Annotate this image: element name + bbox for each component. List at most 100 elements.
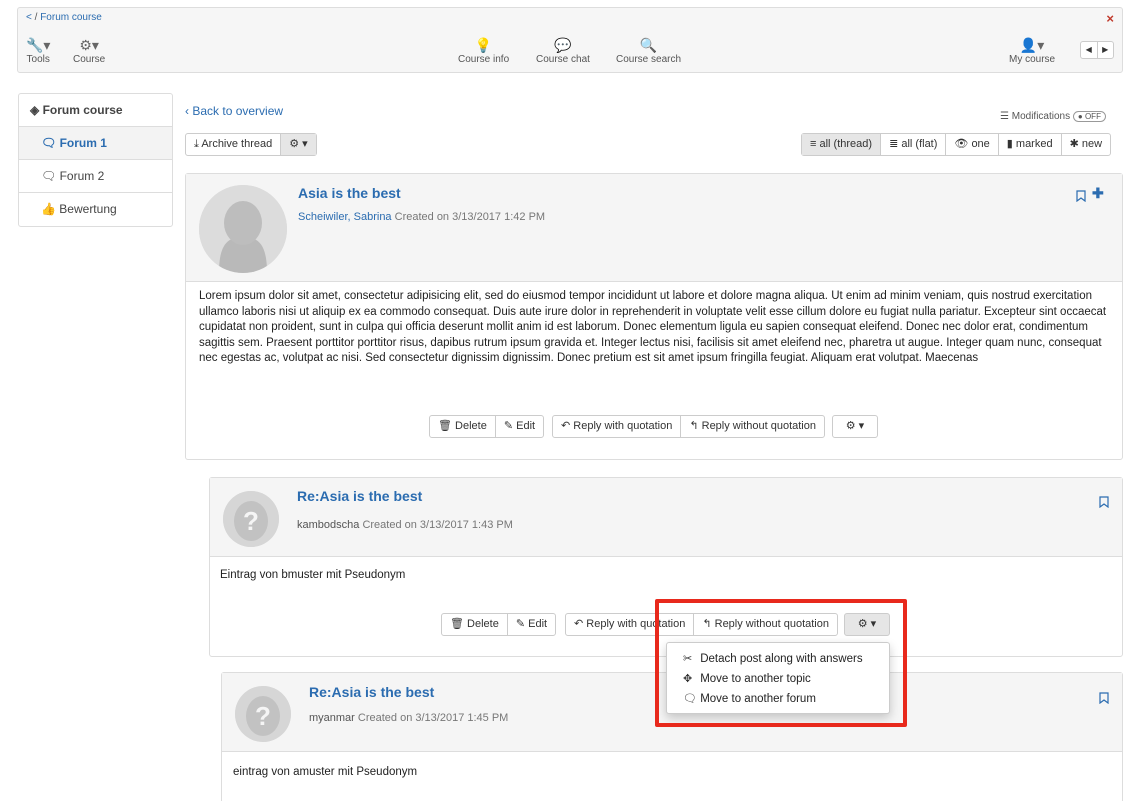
breadcrumb-course-link[interactable]: Forum course: [40, 12, 102, 23]
breadcrumb: < / Forum course: [26, 12, 102, 23]
search-icon: 🔍: [639, 37, 658, 53]
avatar: ?: [235, 686, 291, 742]
reply-all-icon: ↶: [561, 420, 574, 432]
highlight-annotation: [655, 599, 907, 727]
archive-thread-button[interactable]: ⤓ Archive thread: [186, 134, 282, 155]
pencil-icon: ✎: [503, 420, 517, 432]
top-toolbar: < / Forum course × 🔧▾ Tools ⚙▾ Course 💡 …: [17, 7, 1123, 73]
post-author: kambodscha: [297, 519, 360, 531]
reply-all-icon: ↶: [574, 618, 587, 630]
sidebar-title-label: Forum course: [42, 103, 123, 117]
pencil-icon: ✎: [515, 618, 529, 630]
sidebar-item-forum-2[interactable]: 🗨 Forum 2: [19, 160, 172, 193]
archive-toolbar: ⤓ Archive thread ⚙ ▾: [185, 133, 317, 156]
post-title[interactable]: Re:Asia is the best: [309, 684, 434, 700]
sidebar-item-label: Forum 1: [59, 136, 107, 150]
rss-icon: ☰: [1000, 111, 1009, 122]
post-author-link[interactable]: Scheiwiler, Sabrina: [298, 211, 392, 223]
course-info-label: Course info: [458, 54, 510, 65]
reply-with-quotation-button[interactable]: ↶ Reply with quotation: [553, 416, 682, 437]
gears-icon: ⚙ ▾: [289, 138, 308, 150]
tools-menu[interactable]: 🔧▾ Tools: [26, 36, 50, 65]
course-nav-arrows: ◀ ▶: [1080, 41, 1114, 59]
post-actions-dropdown[interactable]: ⚙ ▾: [832, 415, 878, 438]
asterisk-icon: ✱: [1069, 138, 1082, 150]
post-meta: myanmar Created on 3/13/2017 1:45 PM: [309, 712, 508, 724]
modifications-label: Modifications: [1011, 111, 1071, 122]
back-to-overview-link[interactable]: ‹ Back to overview: [185, 104, 283, 118]
chat-bubble-icon: 💬: [554, 37, 572, 53]
sidebar-course-title[interactable]: ◈ Forum course: [19, 94, 172, 127]
bookmark-icon[interactable]: [1099, 692, 1109, 704]
edit-button[interactable]: ✎ Edit: [496, 416, 543, 437]
delete-button[interactable]: 🗑 Delete: [430, 416, 496, 437]
post-body: Eintrag von bmuster mit Pseudonym: [220, 569, 406, 581]
course-chat-label: Course chat: [536, 54, 590, 65]
close-icon[interactable]: ×: [1106, 11, 1114, 26]
post-title[interactable]: Asia is the best: [298, 185, 401, 201]
course-menu-label: Course: [73, 54, 106, 65]
previous-arrow-icon[interactable]: ◀: [1081, 42, 1097, 58]
svg-text:?: ?: [243, 506, 259, 536]
breadcrumb-back-icon[interactable]: <: [26, 12, 32, 23]
gears-icon: ⚙ ▾: [845, 420, 865, 432]
course-info-button[interactable]: 💡 Course info: [458, 36, 509, 65]
reply-without-quotation-button[interactable]: ↰ Reply without quotation: [681, 416, 824, 437]
lightbulb-icon: 💡: [474, 37, 493, 53]
user-icon: 👤▾: [1019, 37, 1045, 53]
view-all-flat[interactable]: ≣ all (flat): [881, 134, 947, 155]
course-search-button[interactable]: 🔍 Course search: [616, 36, 681, 65]
sidebar-item-forum-1[interactable]: 🗨 Forum 1: [19, 127, 172, 160]
svg-text:?: ?: [255, 701, 271, 731]
breadcrumb-separator: /: [34, 12, 38, 23]
course-chat-button[interactable]: 💬 Course chat: [536, 36, 590, 65]
view-one[interactable]: 👁 one: [946, 134, 999, 155]
forum-icon: 🗨: [41, 136, 57, 150]
course-search-label: Course search: [616, 54, 682, 65]
view-mode-switcher: ≡ all (thread) ≣ all (flat) 👁 one ▮ mark…: [801, 133, 1112, 156]
sidebar-item-label: Bewertung: [59, 202, 117, 216]
avatar: [199, 185, 287, 273]
course-menu[interactable]: ⚙▾ Course: [73, 36, 105, 65]
bookmark-icon[interactable]: [1076, 190, 1086, 202]
post-edit-group: 🗑 Delete ✎ Edit: [429, 415, 545, 438]
post-reply-group: ↶ Reply with quotation ↰ Reply without q…: [552, 415, 825, 438]
post-meta: kambodscha Created on 3/13/2017 1:43 PM: [297, 519, 513, 531]
delete-button[interactable]: 🗑 Delete: [442, 614, 508, 635]
edit-button[interactable]: ✎ Edit: [508, 614, 555, 635]
eye-icon: 👁: [954, 138, 972, 150]
sidebar-item-label: Forum 2: [59, 169, 105, 183]
post-author: myanmar: [309, 712, 355, 724]
post-title[interactable]: Re:Asia is the best: [297, 488, 422, 504]
list-icon: ≣: [889, 138, 902, 150]
cube-icon: ◈: [30, 103, 40, 117]
post-meta: Scheiwiler, Sabrina Created on 3/13/2017…: [298, 211, 545, 223]
post-created: Created on 3/13/2017 1:43 PM: [362, 519, 513, 531]
bookmark-icon: ▮: [1006, 138, 1016, 150]
thread-actions-dropdown[interactable]: ⚙ ▾: [281, 134, 316, 155]
post-created: Created on 3/13/2017 1:42 PM: [394, 211, 546, 223]
trash-icon: 🗑: [450, 618, 468, 630]
my-course-label: My course: [1009, 54, 1056, 65]
puzzle-icon[interactable]: ✚: [1092, 185, 1104, 202]
forum-post: Asia is the best Scheiwiler, Sabrina Cre…: [185, 173, 1123, 460]
modifications-switch[interactable]: ● OFF: [1072, 111, 1106, 122]
sidebar-item-bewertung[interactable]: 👍 Bewertung: [19, 193, 172, 226]
course-sidebar: ◈ Forum course 🗨 Forum 1 🗨 Forum 2 👍 Bew…: [18, 93, 173, 227]
avatar: ?: [223, 491, 279, 547]
bookmark-icon[interactable]: [1099, 496, 1109, 508]
wrench-icon: 🔧▾: [26, 37, 51, 53]
trash-icon: 🗑: [438, 420, 456, 432]
next-arrow-icon[interactable]: ▶: [1096, 42, 1114, 58]
view-all-thread[interactable]: ≡ all (thread): [802, 134, 882, 155]
gears-icon: ⚙▾: [79, 37, 99, 53]
my-course-menu[interactable]: 👤▾ My course: [1009, 36, 1055, 65]
modifications-toggle[interactable]: ☰ Modifications ● OFF: [1000, 111, 1106, 122]
forum-icon: 🗨: [41, 169, 57, 183]
view-new[interactable]: ✱ new: [1062, 134, 1110, 155]
post-edit-group: 🗑 Delete ✎ Edit: [441, 613, 557, 636]
reply-icon: ↰: [689, 420, 702, 432]
view-marked[interactable]: ▮ marked: [999, 134, 1062, 155]
thumbs-up-icon: 👍: [41, 202, 56, 216]
tools-label: Tools: [26, 54, 50, 65]
